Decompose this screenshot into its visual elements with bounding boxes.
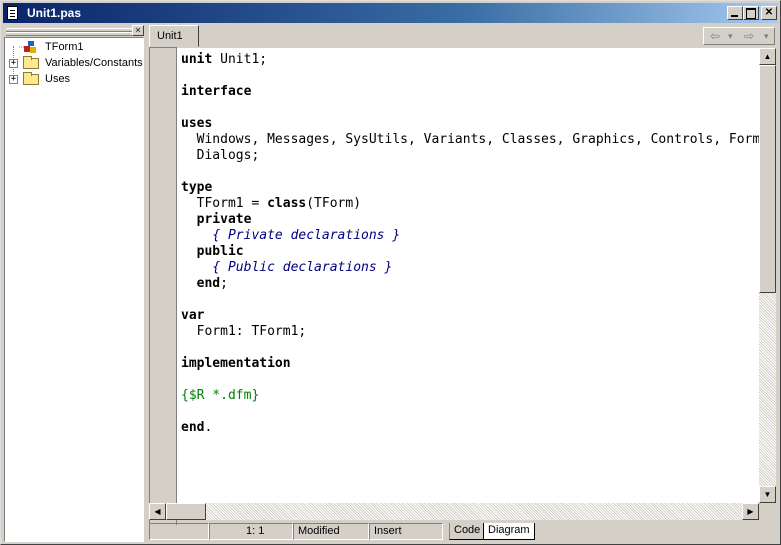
code-line[interactable]: uses <box>181 116 212 131</box>
vertical-scrollbar[interactable]: ▲ ▼ <box>759 48 776 503</box>
expand-icon[interactable]: + <box>9 59 18 68</box>
close-icon: ✕ <box>764 7 774 18</box>
code-line[interactable]: implementation <box>181 356 291 371</box>
editor-gutter[interactable] <box>149 47 177 525</box>
tree-item-variables-constants[interactable]: + Variables/Constants <box>5 55 143 71</box>
code-line[interactable]: type <box>181 180 212 195</box>
tab-diagram[interactable]: Diagram <box>483 523 535 540</box>
code-line[interactable]: Dialogs; <box>181 148 260 163</box>
folder-icon <box>23 72 39 85</box>
horizontal-scrollbar[interactable]: ◀ ▶ <box>149 503 759 520</box>
tree-label-tform1: TForm1 <box>45 41 84 53</box>
back-arrow-icon[interactable]: ⇦ <box>710 28 720 44</box>
tab-unit1[interactable]: Unit1 <box>149 25 199 47</box>
scrollbar-corner <box>759 503 776 520</box>
cursor-position: 1: 1 <box>209 523 293 540</box>
code-line[interactable]: TForm1 = class(TForm) <box>181 196 361 211</box>
form-icon <box>19 41 36 53</box>
tree-item-tform1[interactable]: TForm1 <box>5 39 141 55</box>
code-line[interactable]: interface <box>181 84 251 99</box>
code-line[interactable]: Windows, Messages, SysUtils, Variants, C… <box>181 132 759 147</box>
code-line[interactable]: end; <box>181 276 228 291</box>
code-line[interactable]: { Public declarations } <box>181 260 392 275</box>
document-icon <box>7 6 18 20</box>
tree-item-uses[interactable]: + Uses <box>5 71 141 87</box>
code-line[interactable]: unit Unit1; <box>181 52 267 67</box>
title-bar[interactable]: Unit1.pas ✕ <box>3 3 778 23</box>
minimize-button[interactable] <box>727 6 743 20</box>
modified-indicator: Modified <box>293 523 369 540</box>
code-line[interactable]: private <box>181 212 252 227</box>
editor-tab-bar: Unit1 ⇦ ▾ ⇨ ▾ <box>147 25 778 47</box>
close-button[interactable]: ✕ <box>761 6 777 20</box>
code-line[interactable]: public <box>181 244 244 259</box>
code-line[interactable]: {$R *.dfm} <box>181 388 259 403</box>
code-line[interactable]: end. <box>181 420 212 435</box>
status-panel-blank <box>149 523 209 540</box>
horizontal-scroll-thumb[interactable] <box>166 503 206 520</box>
explorer-grip[interactable] <box>4 25 144 37</box>
expand-icon[interactable]: + <box>9 75 18 84</box>
code-line[interactable]: Form1: TForm1; <box>181 324 307 339</box>
code-line[interactable]: { Private declarations } <box>181 228 400 243</box>
navigation-buttons: ⇦ ▾ ⇨ ▾ <box>703 27 775 45</box>
explorer-close-button[interactable]: × <box>132 25 144 36</box>
forward-arrow-icon[interactable]: ⇨ <box>744 28 754 44</box>
status-bar: 1: 1 Modified Insert Code Diagram <box>147 522 778 541</box>
scroll-up-button[interactable]: ▲ <box>759 48 776 65</box>
scroll-left-button[interactable]: ◀ <box>149 503 166 520</box>
window-title: Unit1.pas <box>27 6 82 20</box>
folder-icon <box>23 56 39 69</box>
insert-mode-indicator: Insert <box>369 523 443 540</box>
scroll-right-button[interactable]: ▶ <box>742 503 759 520</box>
code-editor[interactable]: unit Unit1; interface uses Windows, Mess… <box>177 48 759 503</box>
maximize-button[interactable] <box>743 6 759 20</box>
tab-code[interactable]: Code <box>449 523 485 540</box>
tree-label-uses: Uses <box>45 73 71 85</box>
chevron-down-icon[interactable]: ▾ <box>728 28 733 44</box>
code-line[interactable]: var <box>181 308 204 323</box>
editor-frame: Unit1 ⇦ ▾ ⇨ ▾ unit Unit1; interface uses… <box>147 25 778 542</box>
vertical-scroll-thumb[interactable] <box>759 65 776 293</box>
scroll-down-button[interactable]: ▼ <box>759 486 776 503</box>
code-text[interactable]: unit Unit1; interface uses Windows, Mess… <box>177 48 759 436</box>
tree-label-variables-constants: Variables/Constants <box>45 57 143 69</box>
editor-window: Unit1.pas ✕ × TForm1 + Variables/Constan… <box>0 0 781 545</box>
chevron-down-icon[interactable]: ▾ <box>764 28 769 44</box>
code-explorer-tree: TForm1 + Variables/Constants + Uses <box>4 37 144 542</box>
